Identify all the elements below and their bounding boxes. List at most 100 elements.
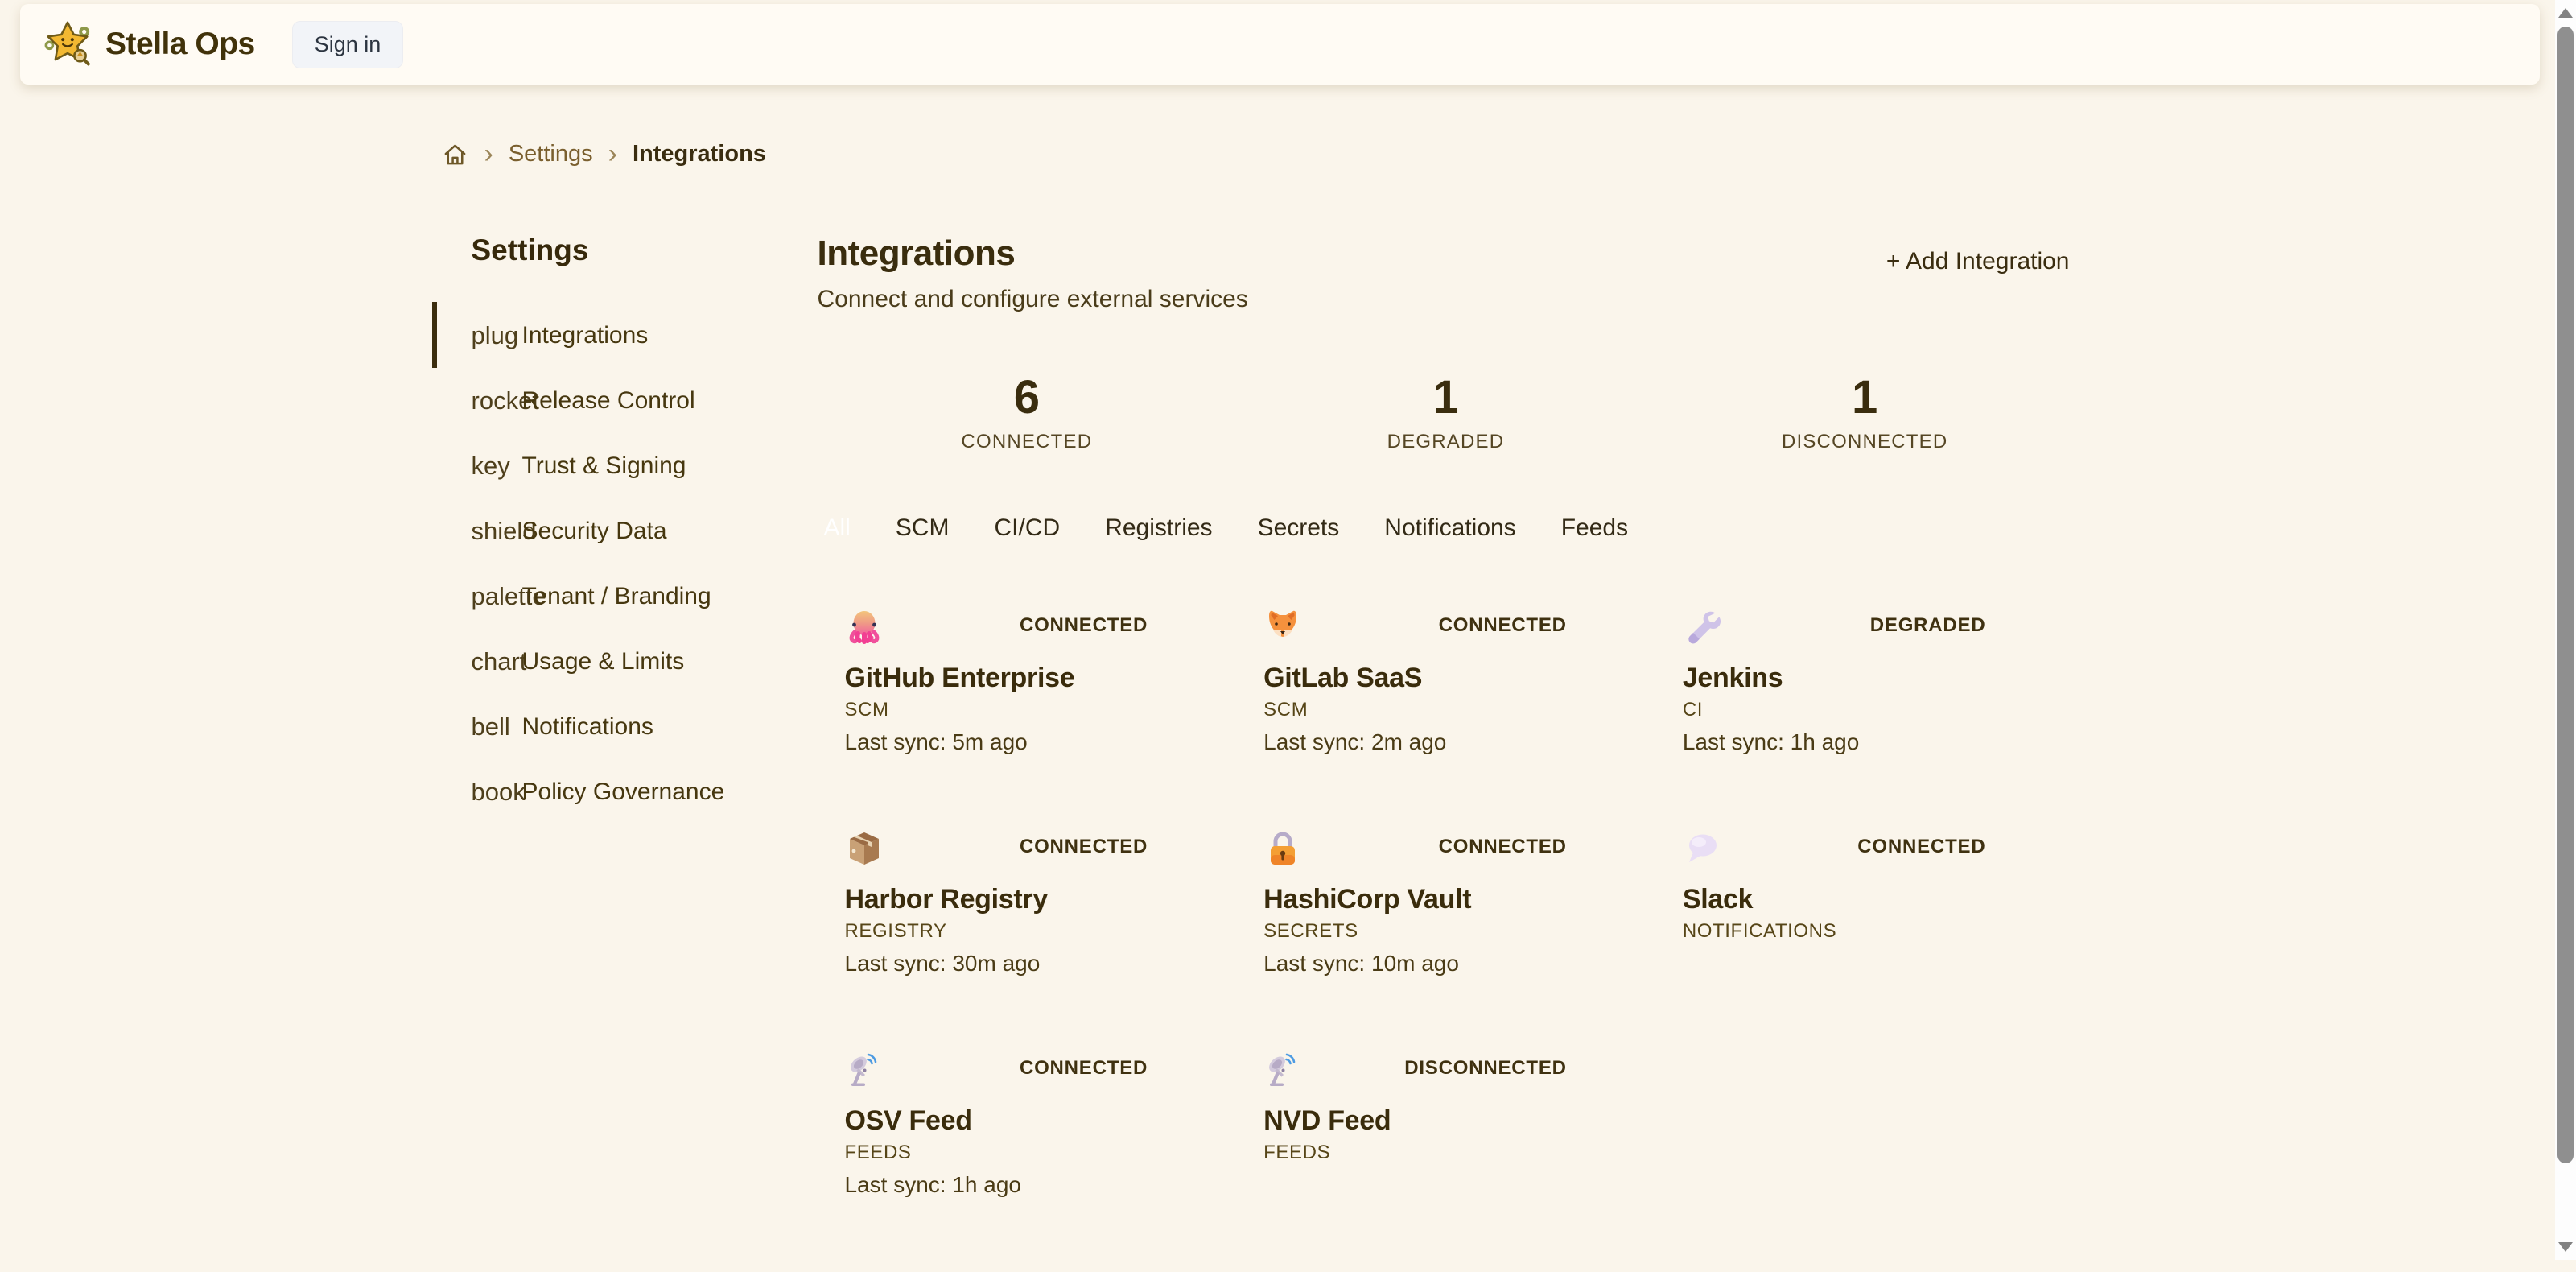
home-icon[interactable] [441,140,469,168]
stat-disconnected: 1 DISCONNECTED [1655,373,2075,453]
integration-card-nvd-feed[interactable]: DISCONNECTED NVD Feed FEEDS [1236,1051,1655,1272]
stat-label: DISCONNECTED [1655,431,2075,453]
breadcrumb-separator: › [484,142,493,166]
integration-card-jenkins[interactable]: DEGRADED Jenkins CI Last sync: 1h ago [1655,608,2075,829]
sidebar-item-tenant-branding[interactable]: palette Tenant / Branding [441,576,787,616]
app-title: Stella Ops [105,27,255,62]
add-integration-button[interactable]: + Add Integration [1882,247,2075,276]
category-tabs: All SCM CI/CD Registries Secrets Notific… [818,506,2075,550]
sidebar-item-icon-word: key [472,452,510,481]
sign-in-button[interactable]: Sign in [292,21,404,68]
integration-card-harbor-registry[interactable]: CONNECTED Harbor Registry REGISTRY Last … [818,829,1237,1051]
sidebar-item-icon-word: chart [472,647,527,676]
tab-scm[interactable]: SCM [873,506,972,550]
integration-card-slack[interactable]: CONNECTED Slack NOTIFICATIONS [1655,829,2075,1051]
integration-card-gitlab-saas[interactable]: CONNECTED GitLab SaaS SCM Last sync: 2m … [1236,608,1655,829]
integration-last-sync: Last sync: 1h ago [845,1171,1148,1199]
integration-name: HashiCorp Vault [1263,882,1567,916]
breadcrumb-current: Integrations [633,141,766,167]
integration-name: GitLab SaaS [1263,661,1567,695]
sidebar-item-label: Policy Governance [522,778,725,806]
sidebar-item-release-control[interactable]: rocket Release Control [441,380,787,420]
satellite-icon [1263,1051,1302,1089]
sidebar-item-label: Usage & Limits [522,648,685,675]
status-badge: CONNECTED [1020,1057,1148,1080]
sidebar-item-label: Trust & Signing [522,452,686,480]
integration-name: OSV Feed [845,1104,1148,1138]
integration-type: FEEDS [1263,1141,1567,1165]
tab-all[interactable]: All [818,506,873,550]
speech-balloon-icon [1683,829,1721,868]
integration-name: Harbor Registry [845,882,1148,916]
tab-registries[interactable]: Registries [1082,506,1234,550]
integration-type: NOTIFICATIONS [1683,919,1986,944]
vertical-scrollbar[interactable] [2555,0,2576,1260]
scrollbar-thumb[interactable] [2557,27,2574,1163]
octopus-icon [845,608,884,646]
page-title: Integrations [818,233,1248,275]
sidebar-item-label: Integrations [522,322,649,349]
integration-name: GitHub Enterprise [845,661,1148,695]
tab-ci-cd[interactable]: CI/CD [972,506,1083,550]
sidebar-item-icon-word: plug [472,321,519,350]
integration-type: FEEDS [845,1141,1148,1165]
stat-value: 6 [818,373,1237,423]
package-icon [845,829,884,868]
integration-last-sync [1263,1171,1567,1199]
tab-feeds[interactable]: Feeds [1539,506,1651,550]
integration-last-sync: Last sync: 5m ago [845,729,1148,756]
status-summary: 6 CONNECTED 1 DEGRADED 1 DISCONNECTED [818,373,2075,453]
sidebar-item-icon-word: book [472,778,526,807]
sidebar-item-label: Tenant / Branding [522,583,711,610]
breadcrumb-settings[interactable]: Settings [509,141,593,167]
stat-value: 1 [1655,373,2075,423]
scroll-down-arrow-icon[interactable] [2558,1242,2573,1252]
tab-secrets[interactable]: Secrets [1235,506,1362,550]
integration-cards: CONNECTED GitHub Enterprise SCM Last syn… [818,608,2075,1272]
status-badge: DISCONNECTED [1404,1057,1567,1080]
status-badge: CONNECTED [1020,614,1148,637]
breadcrumb: › Settings › Integrations [441,138,2115,170]
status-badge: CONNECTED [1020,836,1148,858]
sidebar-item-label: Release Control [522,387,695,415]
integration-card-hashicorp-vault[interactable]: CONNECTED HashiCorp Vault SECRETS Last s… [1236,829,1655,1051]
status-badge: CONNECTED [1857,836,1985,858]
sidebar-item-integrations[interactable]: plug Integrations [441,315,787,355]
sidebar-item-notifications[interactable]: bell Notifications [441,706,787,746]
integration-last-sync: Last sync: 2m ago [1263,729,1567,756]
sidebar-item-icon-word: bell [472,712,510,741]
integration-last-sync: Last sync: 10m ago [1263,950,1567,977]
sidebar-item-usage-limits[interactable]: chart Usage & Limits [441,641,787,681]
sidebar-item-label: Notifications [522,713,653,741]
app-header: Stella Ops Sign in [20,4,2540,85]
integration-last-sync [1683,950,1986,977]
status-badge: CONNECTED [1439,836,1567,858]
fox-icon [1263,608,1302,646]
integrations-main: Integrations Connect and configure exter… [787,233,2115,1272]
lock-icon [1263,829,1302,868]
scroll-up-arrow-icon[interactable] [2558,8,2573,18]
sidebar-item-label: Security Data [522,518,667,545]
breadcrumb-separator: › [608,142,617,166]
stat-label: DEGRADED [1236,431,1655,453]
integration-type: SCM [1263,698,1567,722]
integration-last-sync: Last sync: 30m ago [845,950,1148,977]
sidebar-item-security-data[interactable]: shield Security Data [441,510,787,551]
integration-name: Slack [1683,882,1986,916]
stat-label: CONNECTED [818,431,1237,453]
integration-name: Jenkins [1683,661,1986,695]
integration-card-github-enterprise[interactable]: CONNECTED GitHub Enterprise SCM Last syn… [818,608,1237,829]
stat-degraded: 1 DEGRADED [1236,373,1655,453]
sidebar-title: Settings [472,233,787,268]
settings-sidebar: Settings plug Integrations rocket Releas… [441,233,787,1272]
sidebar-item-trust-signing[interactable]: key Trust & Signing [441,445,787,485]
wrench-icon [1683,608,1721,646]
integration-type: SECRETS [1263,919,1567,944]
integration-type: REGISTRY [845,919,1148,944]
status-badge: CONNECTED [1439,614,1567,637]
page-body: › Settings › Integrations Settings plug … [0,85,2555,1260]
integration-card-osv-feed[interactable]: CONNECTED OSV Feed FEEDS Last sync: 1h a… [818,1051,1237,1272]
sidebar-item-policy-governance[interactable]: book Policy Governance [441,771,787,812]
tab-notifications[interactable]: Notifications [1362,506,1538,550]
stat-connected: 6 CONNECTED [818,373,1237,453]
